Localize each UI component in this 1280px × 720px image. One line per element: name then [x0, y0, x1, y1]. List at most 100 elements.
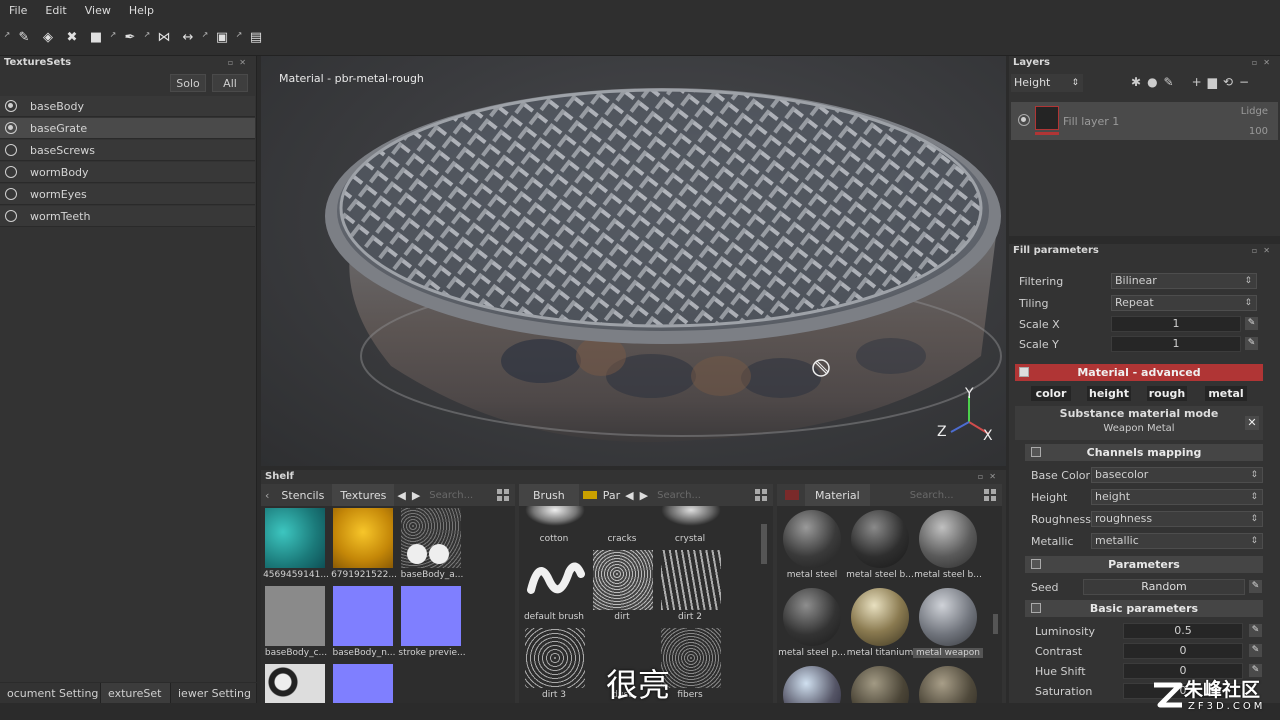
popout-icon[interactable]: ↗ [234, 26, 244, 50]
color-picker-icon[interactable]: ✒ [118, 26, 142, 50]
material-thumb[interactable] [919, 666, 977, 703]
brush-thumb[interactable] [525, 628, 585, 688]
panel-controls-icon[interactable]: ▫✕ [228, 56, 252, 70]
panel-controls-icon[interactable]: ▫✕ [1252, 244, 1276, 258]
texture-thumb[interactable] [333, 664, 393, 703]
section-checkbox[interactable] [1031, 603, 1041, 613]
textureset-item-wormeyes[interactable]: wormEyes [0, 184, 255, 205]
geometry-mask-icon[interactable]: ■ [84, 26, 108, 50]
material-search-input[interactable]: Search... [870, 490, 954, 501]
projection-icon[interactable]: ✖ [60, 26, 84, 50]
popout-icon[interactable]: ↗ [142, 26, 152, 50]
add-mask-icon[interactable]: ● [1147, 75, 1157, 89]
grid-view-icon[interactable] [497, 489, 509, 501]
prev-icon[interactable]: ◀ [622, 484, 636, 506]
seed-random-button[interactable]: Random [1083, 579, 1245, 595]
edit-icon[interactable]: ✎ [1245, 337, 1258, 350]
panel-controls-icon[interactable]: ▫✕ [1252, 56, 1276, 70]
panel-controls-icon[interactable]: ▫✕ [978, 470, 1002, 484]
tiling-select[interactable]: Repeat [1111, 295, 1257, 311]
textures-search-input[interactable]: Search... [423, 490, 473, 501]
channels-mapping-header[interactable]: Channels mapping [1025, 444, 1263, 461]
material-thumb[interactable] [851, 510, 909, 568]
material-thumb[interactable] [783, 666, 841, 703]
scrollbar[interactable] [993, 614, 998, 634]
add-effect-icon[interactable]: ✱ [1131, 75, 1141, 89]
textureset-radio-icon[interactable] [5, 100, 17, 112]
material-checkbox[interactable] [1019, 367, 1029, 377]
brush-thumb[interactable] [593, 550, 653, 610]
close-icon[interactable]: ✕ [1245, 416, 1259, 430]
channel-map-select[interactable]: height [1091, 489, 1263, 505]
texture-thumb[interactable] [265, 664, 325, 703]
channel-select[interactable]: Height ⇕ [1011, 74, 1083, 92]
tab-textureset-settings[interactable]: extureSet [101, 683, 171, 703]
scale-x-slider[interactable]: 1 [1111, 316, 1241, 332]
textureset-radio-icon[interactable] [5, 144, 17, 156]
layer-visibility-icon[interactable] [1018, 114, 1030, 126]
luminosity-slider[interactable]: 0.5 [1123, 623, 1243, 639]
next-icon[interactable]: ▶ [637, 484, 651, 506]
brush-thumb[interactable] [661, 550, 721, 610]
channel-tag-height[interactable]: height [1087, 386, 1131, 401]
tab-viewer-settings[interactable]: iewer Setting [171, 683, 257, 703]
material-thumb[interactable] [783, 510, 841, 568]
mirror-icon[interactable]: ↔ [176, 26, 200, 50]
paint-brush-icon[interactable]: ✎ [12, 26, 36, 50]
grid-view-icon[interactable] [984, 489, 996, 501]
material-thumb[interactable] [919, 588, 977, 646]
basic-parameters-header[interactable]: Basic parameters [1025, 600, 1263, 617]
channel-tag-metal[interactable]: metal [1205, 386, 1247, 401]
texture-thumb[interactable] [401, 586, 461, 646]
menu-file[interactable]: File [0, 4, 36, 17]
texture-thumb[interactable] [401, 508, 461, 568]
edit-icon[interactable]: ✎ [1245, 317, 1258, 330]
add-layer-icon[interactable]: + [1192, 75, 1202, 89]
channel-tag-color[interactable]: color [1031, 386, 1071, 401]
channel-map-select[interactable]: basecolor [1091, 467, 1263, 483]
textureset-item-basegrate[interactable]: baseGrate [0, 118, 255, 139]
tab-material[interactable]: Material [805, 484, 870, 506]
material-thumb[interactable] [851, 666, 909, 703]
texture-thumb[interactable] [265, 586, 325, 646]
tab-textures[interactable]: Textures [332, 484, 395, 506]
solo-button[interactable]: Solo [170, 74, 206, 92]
channel-tag-rough[interactable]: rough [1147, 386, 1187, 401]
delete-layer-icon[interactable]: − [1239, 75, 1249, 89]
textureset-item-basescrews[interactable]: baseScrews [0, 140, 255, 161]
brush-search-input[interactable]: Search... [651, 490, 701, 501]
brush-thumb[interactable] [525, 550, 585, 610]
edit-icon[interactable]: ✎ [1249, 580, 1262, 593]
scroll-left-icon[interactable]: ‹ [261, 484, 273, 506]
camera-icon[interactable]: ▤ [244, 26, 268, 50]
section-checkbox[interactable] [1031, 559, 1041, 569]
material-thumb[interactable] [783, 588, 841, 646]
brush-thumb[interactable] [525, 506, 585, 526]
textureset-item-basebody[interactable]: baseBody [0, 96, 255, 117]
eraser-icon[interactable]: ◈ [36, 26, 60, 50]
brush-thumb[interactable] [661, 506, 721, 526]
section-checkbox[interactable] [1031, 447, 1041, 457]
symmetry-icon[interactable]: ⋈ [152, 26, 176, 50]
all-button[interactable]: All [212, 74, 248, 92]
textureset-radio-icon[interactable] [5, 122, 17, 134]
popout-icon[interactable]: ↗ [108, 26, 118, 50]
tab-brush[interactable]: Brush [519, 484, 579, 506]
duplicate-icon[interactable]: ⟲ [1223, 75, 1233, 89]
popout-icon[interactable]: ↗ [200, 26, 210, 50]
material-thumb[interactable] [851, 588, 909, 646]
prev-icon[interactable]: ◀ [394, 484, 408, 506]
tab-stencils[interactable]: Stencils [273, 484, 332, 506]
tab-document-settings[interactable]: ocument Setting [0, 683, 101, 703]
menu-view[interactable]: View [76, 4, 120, 17]
edit-icon[interactable]: ✎ [1249, 624, 1262, 637]
texture-thumb[interactable] [333, 508, 393, 568]
channel-map-select[interactable]: roughness [1091, 511, 1263, 527]
material-thumb[interactable] [919, 510, 977, 568]
textureset-item-wormteeth[interactable]: wormTeeth [0, 206, 255, 227]
texture-thumb[interactable] [265, 508, 325, 568]
parameters-header[interactable]: Parameters [1025, 556, 1263, 573]
menu-edit[interactable]: Edit [36, 4, 75, 17]
tab-particles[interactable]: Par [601, 484, 622, 506]
3d-viewport[interactable]: Material - pbr-metal-rough Y Z X [261, 56, 1006, 466]
